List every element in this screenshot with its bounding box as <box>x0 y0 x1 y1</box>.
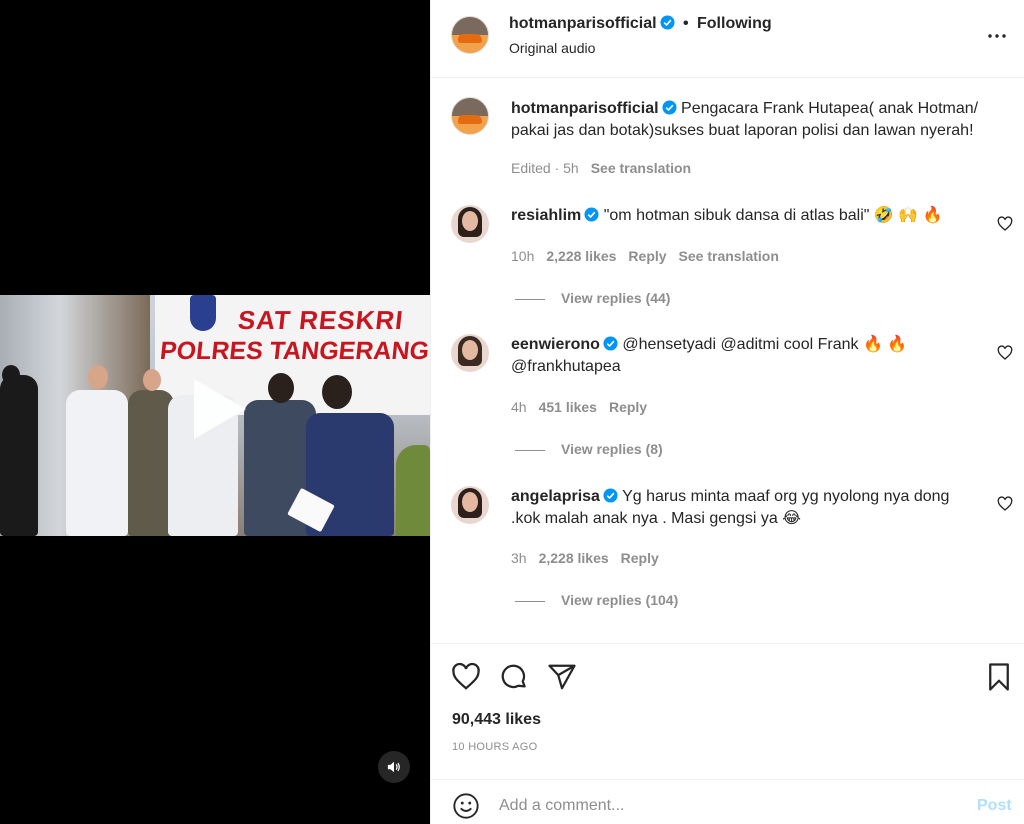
verified-badge-icon <box>603 488 618 503</box>
view-replies-label[interactable]: View replies (8) <box>561 441 663 457</box>
author-username[interactable]: hotmanparisofficial <box>509 15 657 32</box>
caption-avatar[interactable] <box>451 97 489 135</box>
comment-avatar[interactable] <box>451 205 489 243</box>
author-avatar[interactable] <box>451 16 489 54</box>
video-person-head <box>322 375 352 409</box>
caption-text: hotmanparisofficial Pengacara Frank Huta… <box>511 98 981 142</box>
comment-meta: 3h 2,228 likes Reply <box>511 550 671 566</box>
comment-time: 3h <box>511 550 527 566</box>
reply-button[interactable]: Reply <box>628 248 666 264</box>
view-replies-label[interactable]: View replies (44) <box>561 290 670 306</box>
post-time: 10 HOURS AGO <box>452 741 538 753</box>
post-actions: 90,443 likes 10 HOURS AGO Post <box>431 643 1024 824</box>
reply-button[interactable]: Reply <box>609 399 647 415</box>
comment-meta: 10h 2,228 likes Reply See translation <box>511 248 791 264</box>
comment-icon[interactable] <box>499 662 529 692</box>
video-person-head <box>268 373 294 403</box>
comment-body: "om hotman sibuk dansa di atlas bali" 🤣 … <box>603 207 943 224</box>
video-panel[interactable]: SAT RESKRI POLRES TANGERANG <box>0 0 430 824</box>
verified-badge-icon <box>662 100 677 115</box>
view-replies-button[interactable]: View replies (8) <box>515 441 663 457</box>
caption-username[interactable]: hotmanparisofficial <box>511 100 659 117</box>
caption-edited-time: Edited · 5h <box>511 160 579 176</box>
comment-avatar[interactable] <box>451 334 489 372</box>
follow-separator: • <box>683 15 689 32</box>
video-banner-line1: SAT RESKRI <box>236 305 406 335</box>
verified-badge-icon <box>603 336 618 351</box>
play-icon[interactable] <box>180 373 252 445</box>
following-button[interactable]: Following <box>697 15 772 33</box>
share-icon[interactable] <box>547 662 577 692</box>
video-person-head <box>2 365 20 385</box>
see-translation-link[interactable]: See translation <box>591 160 691 176</box>
comment-meta: 4h 451 likes Reply <box>511 399 659 415</box>
post-header: hotmanparisofficial • Following Original… <box>431 0 1024 78</box>
see-translation-link[interactable]: See translation <box>679 248 779 264</box>
comment-username[interactable]: resiahlim <box>511 207 581 224</box>
comment-username[interactable]: angelaprisa <box>511 488 600 505</box>
video-banner-line2: POLRES TANGERANG <box>158 337 430 365</box>
comment-username[interactable]: eenwierono <box>511 336 600 353</box>
comment-text: resiahlim "om hotman sibuk dansa di atla… <box>511 205 981 227</box>
comment-time: 10h <box>511 248 535 264</box>
post-panel: hotmanparisofficial • Following Original… <box>430 0 1024 824</box>
view-replies-button[interactable]: View replies (44) <box>515 290 670 306</box>
comment-time: 4h <box>511 399 527 415</box>
comment-like-icon[interactable] <box>997 345 1013 361</box>
video-frame[interactable]: SAT RESKRI POLRES TANGERANG <box>0 295 430 536</box>
comment-likes[interactable]: 2,228 likes <box>546 248 616 264</box>
view-replies-button[interactable]: View replies (104) <box>515 592 678 608</box>
verified-badge-icon <box>584 207 599 222</box>
more-options-icon[interactable] <box>985 24 1009 48</box>
comment-text: eenwierono @hensetyadi @aditmi cool Fran… <box>511 334 981 378</box>
heart-icon[interactable] <box>451 662 481 692</box>
comment-likes[interactable]: 2,228 likes <box>539 550 609 566</box>
comment-input[interactable] <box>499 792 939 820</box>
audio-label[interactable]: Original audio <box>509 40 595 56</box>
video-person <box>66 390 128 536</box>
verified-badge-icon <box>660 15 675 30</box>
speaker-icon <box>387 761 400 773</box>
emoji-icon[interactable] <box>452 792 480 820</box>
mute-button[interactable] <box>378 751 410 783</box>
comments-list[interactable]: hotmanparisofficial Pengacara Frank Huta… <box>431 79 1024 642</box>
comment-composer: Post <box>431 779 1024 824</box>
video-person <box>0 375 38 536</box>
comment-text: angelaprisa Yg harus minta maaf org yg n… <box>511 486 981 530</box>
video-person-head <box>88 365 108 389</box>
bookmark-icon[interactable] <box>984 662 1014 692</box>
video-police-emblem <box>190 295 216 331</box>
video-plant <box>396 445 430 536</box>
video-person-head <box>143 369 161 391</box>
reply-button[interactable]: Reply <box>621 550 659 566</box>
likes-count[interactable]: 90,443 likes <box>452 711 541 729</box>
comment-like-icon[interactable] <box>997 216 1013 232</box>
caption-meta: Edited · 5h See translation <box>511 160 703 176</box>
view-replies-label[interactable]: View replies (104) <box>561 592 678 608</box>
post-button[interactable]: Post <box>977 797 1012 815</box>
comment-like-icon[interactable] <box>997 496 1013 512</box>
comment-likes[interactable]: 451 likes <box>539 399 597 415</box>
comment-avatar[interactable] <box>451 486 489 524</box>
author-username-row[interactable]: hotmanparisofficial <box>509 15 675 33</box>
